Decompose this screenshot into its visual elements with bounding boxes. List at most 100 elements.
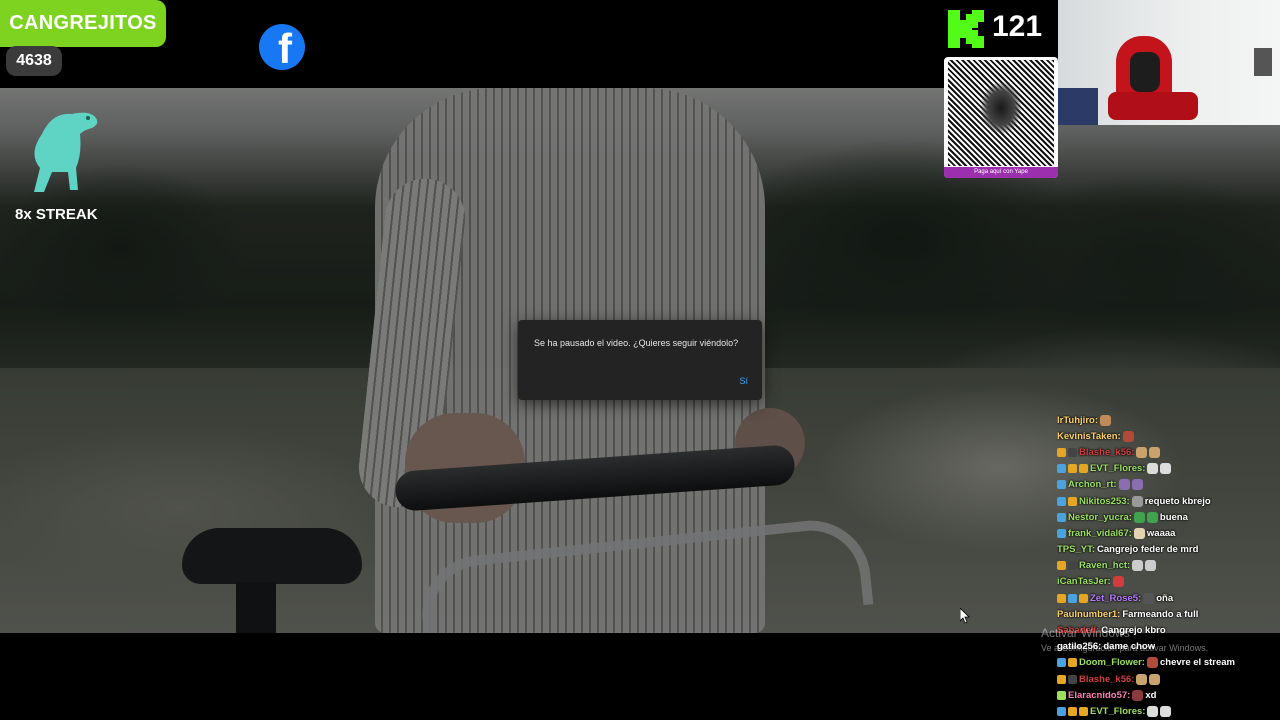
chat-username[interactable]: Blashe_k56:: [1079, 447, 1134, 458]
chat-message: Blashe_k56:: [1057, 444, 1280, 460]
chat-message: Zet_Rose5: oña: [1057, 590, 1280, 606]
chat-message-text: Farmeando a full: [1122, 608, 1199, 620]
chat-emote-icon: [1122, 430, 1134, 442]
chat-emote-icon: [1145, 560, 1157, 572]
chat-panel: lrTuhjiro: KevinisTaken: Blashe_k56: EVT_Fl…: [1057, 412, 1280, 720]
kick-viewer-count: 121: [992, 10, 1043, 43]
chat-badge-icon: [1068, 674, 1077, 684]
chat-message-text: xd: [1145, 689, 1157, 701]
chat-emote-icon: [1149, 673, 1161, 685]
chat-badge-icon: [1068, 464, 1077, 474]
chat-badge-icon: [1057, 706, 1066, 716]
chat-emote-icon: [1132, 689, 1144, 701]
chat-username[interactable]: frank_vidal67:: [1068, 528, 1132, 539]
chat-badge-icon: [1068, 447, 1077, 457]
chat-message-text: waaaa: [1146, 527, 1176, 539]
chat-emote-icon: [1160, 705, 1172, 717]
chat-message: Paulnumber1: Farmeando a full: [1057, 606, 1280, 622]
chat-message-text: buena: [1159, 511, 1188, 523]
qr-caption: Paga aquí con Yape: [944, 167, 1058, 178]
chat-emote-icon: [1118, 479, 1130, 491]
chat-emote-icon: [1143, 592, 1155, 604]
qr-code-image: [948, 60, 1054, 166]
chat-message: Raven_hct:: [1057, 558, 1280, 574]
dialog-confirm-button[interactable]: Sí: [739, 376, 748, 386]
chat-message: Nikitos253: requeto kbrejo: [1057, 493, 1280, 509]
chat-username[interactable]: TPS_YT:: [1057, 544, 1095, 555]
chat-username[interactable]: Archon_rt:: [1068, 479, 1117, 490]
chat-username[interactable]: Doom_Flower:: [1079, 657, 1145, 668]
chat-badge-icon: [1079, 706, 1088, 716]
chat-badge-icon: [1057, 690, 1066, 700]
chat-username[interactable]: Zet_Rose5:: [1090, 593, 1141, 604]
chat-emote-icon: [1147, 463, 1159, 475]
windows-activation-watermark: Activar Windows: [1041, 626, 1130, 640]
chat-username[interactable]: EVT_Flores:: [1090, 706, 1145, 717]
payment-qr-card: Paga aquí con Yape: [944, 57, 1058, 178]
chat-message: TPS_YT: Cangrejo feder de mrd: [1057, 542, 1280, 558]
webcam-chair-seat: [1108, 92, 1198, 120]
chat-emote-icon: [1147, 705, 1159, 717]
chat-badge-icon: [1057, 674, 1066, 684]
chat-username[interactable]: lrTuhjiro:: [1057, 415, 1098, 426]
chat-emote-icon: [1146, 657, 1158, 669]
chat-username[interactable]: Raven_hct:: [1079, 560, 1130, 571]
chat-badge-icon: [1068, 706, 1077, 716]
chat-badge-icon: [1057, 593, 1066, 603]
chat-emote-icon: [1146, 511, 1158, 523]
webcam-person: [1130, 52, 1160, 92]
chat-emote-icon: [1132, 560, 1144, 572]
chat-message: iCanTasJer:: [1057, 574, 1280, 590]
chat-username[interactable]: Blashe_k56:: [1079, 674, 1134, 685]
chat-username[interactable]: Nikitos253:: [1079, 496, 1130, 507]
chat-username[interactable]: KevinisTaken:: [1057, 431, 1121, 442]
chat-username[interactable]: iCanTasJer:: [1057, 576, 1111, 587]
brand-count-badge: 4638: [6, 46, 62, 76]
chat-message: EVT_Flores:: [1057, 461, 1280, 477]
chat-message: frank_vidal67: waaaa: [1057, 525, 1280, 541]
chat-badge-icon: [1079, 464, 1088, 474]
streak-label: 8x STREAK: [15, 206, 98, 223]
chat-emote-icon: [1133, 511, 1145, 523]
dialog-message: Se ha pausado el video. ¿Quieres seguir …: [534, 338, 739, 348]
chat-emote-icon: [1131, 479, 1143, 491]
chat-badge-icon: [1057, 496, 1066, 506]
chat-badge-icon: [1068, 496, 1077, 506]
chat-badge-icon: [1057, 658, 1066, 668]
brand-badge: CANGREJITOS: [0, 0, 166, 47]
chat-emote-icon: [1099, 414, 1111, 426]
chat-message-text: chevre el stream: [1159, 657, 1235, 669]
chat-username[interactable]: Elaracnido57:: [1068, 690, 1130, 701]
chat-emote-icon: [1136, 446, 1148, 458]
chat-message: KevinisTaken:: [1057, 428, 1280, 444]
kick-logo-icon: [948, 10, 984, 48]
chat-message-text: oña: [1156, 592, 1174, 604]
chat-badge-icon: [1057, 561, 1066, 571]
chat-badge-icon: [1057, 480, 1066, 490]
chat-message: Elaracnido57: xd: [1057, 687, 1280, 703]
chat-emote-icon: [1131, 495, 1143, 507]
chat-badge-icon: [1068, 593, 1077, 603]
chat-emote-icon: [1136, 673, 1148, 685]
chat-message: Doom_Flower: chevre el stream: [1057, 655, 1280, 671]
chat-username[interactable]: Paulnumber1:: [1057, 609, 1120, 620]
chat-emote-icon: [1112, 576, 1124, 588]
chat-badge-icon: [1057, 464, 1066, 474]
chat-emote-icon: [1133, 527, 1145, 539]
chat-badge-icon: [1068, 561, 1077, 571]
chat-emote-icon: [1160, 463, 1172, 475]
video-paused-dialog: Se ha pausado el video. ¿Quieres seguir …: [518, 320, 762, 400]
facebook-icon: f: [259, 24, 305, 70]
chat-message: Nestor_yucra: buena: [1057, 509, 1280, 525]
chat-emote-icon: [1149, 446, 1161, 458]
chat-badge-icon: [1057, 528, 1066, 538]
chat-username[interactable]: EVT_Flores:: [1090, 463, 1145, 474]
windows-activation-subtext: Ve a Configuración para activar Windows.: [1041, 643, 1209, 653]
chat-username[interactable]: Nestor_yucra:: [1068, 512, 1132, 523]
mouse-cursor-icon: [960, 608, 970, 624]
chat-message: lrTuhjiro:: [1057, 412, 1280, 428]
webcam-wall-item: [1254, 48, 1272, 76]
chat-badge-icon: [1057, 447, 1066, 457]
chat-message: EVT_Flores:: [1057, 703, 1280, 719]
webcam-desk: [1058, 88, 1098, 125]
